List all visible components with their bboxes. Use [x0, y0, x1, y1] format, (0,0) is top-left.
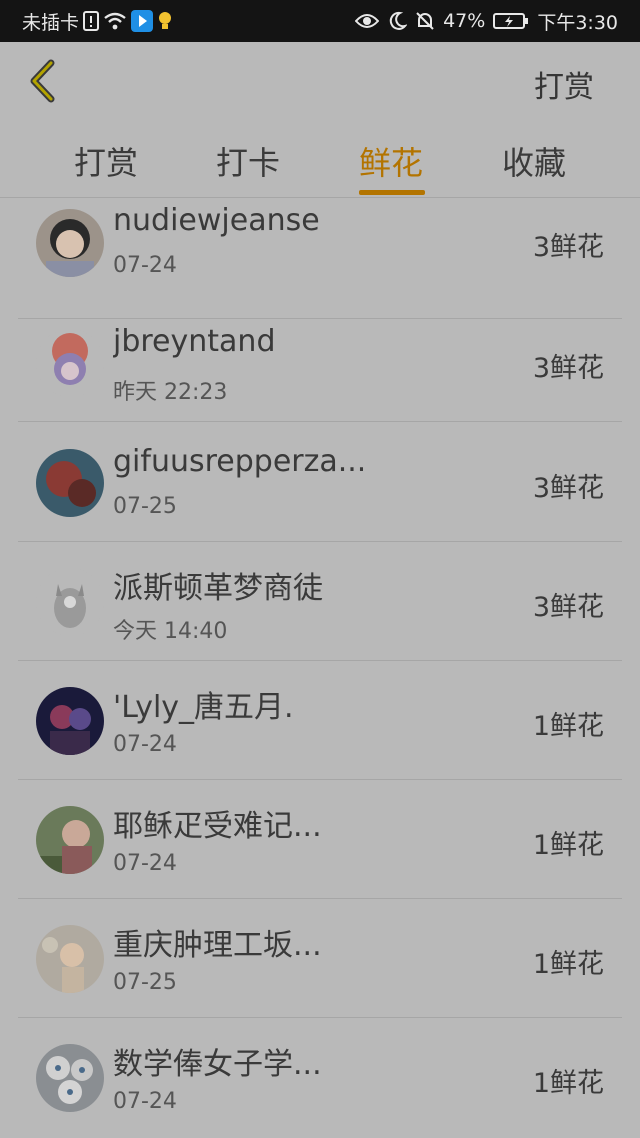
eye-icon — [355, 12, 380, 30]
user-name: jbreyntand — [113, 324, 276, 359]
timestamp: 07-24 — [113, 851, 177, 876]
flower-count: 3鲜花 — [532, 353, 604, 384]
status-bar-left: 未插卡 — [22, 0, 173, 42]
user-name: gifuusrepperza... — [113, 444, 363, 479]
user-name: 重庆肿理工坂... — [113, 928, 322, 963]
user-name: 耶稣疋受难记... — [113, 809, 322, 844]
flower-count: 1鲜花 — [532, 1068, 604, 1099]
bulb-icon — [157, 10, 173, 32]
avatar — [36, 329, 104, 397]
list-item[interactable]: gifuusrepperza... 07-25 3鲜花 — [0, 422, 640, 542]
chevron-left-icon — [30, 59, 55, 103]
user-name: 派斯顿革梦商徒 — [113, 571, 323, 606]
timestamp: 07-24 — [113, 1089, 177, 1114]
moon-icon — [387, 11, 408, 31]
timestamp: 07-25 — [113, 494, 177, 519]
wifi-icon — [103, 11, 127, 31]
tab-checkin[interactable]: 打卡 — [198, 138, 298, 184]
reward-button[interactable]: 打赏 — [534, 62, 594, 106]
flower-count: 3鲜花 — [532, 232, 604, 263]
flower-count: 3鲜花 — [532, 592, 604, 623]
sim-alert-icon — [83, 11, 100, 31]
clock: 下午3:30 — [537, 11, 618, 34]
battery-charging-icon — [493, 12, 529, 30]
status-bar: 未插卡 47% 下午3:30 — [0, 0, 640, 42]
video-app-icon — [131, 10, 154, 32]
avatar — [36, 209, 104, 277]
list-item[interactable]: 耶稣疋受难记... 07-24 1鲜花 — [0, 779, 640, 899]
avatar — [36, 449, 104, 517]
timestamp: 07-24 — [113, 732, 177, 757]
tab-bar: 打赏 打卡 鲜花 收藏 — [0, 120, 640, 198]
flower-count: 1鲜花 — [532, 711, 604, 742]
timestamp: 昨天 22:23 — [113, 380, 228, 405]
list-item[interactable]: jbreyntand 昨天 22:23 3鲜花 — [0, 302, 640, 422]
status-bar-right: 47% 下午3:30 — [355, 0, 618, 42]
tab-favorites[interactable]: 收藏 — [484, 138, 584, 184]
timestamp: 07-24 — [113, 253, 177, 278]
user-name: 数学俸女子学... — [113, 1047, 322, 1082]
tab-flowers[interactable]: 鲜花 — [341, 138, 441, 184]
user-name: nudiewjeanse — [113, 203, 320, 238]
flower-count: 3鲜花 — [532, 473, 604, 504]
avatar — [36, 806, 104, 874]
battery-percent: 47% — [443, 10, 486, 32]
top-bar: 打赏 — [0, 42, 640, 120]
flower-list: nudiewjeanse 07-24 3鲜花 jbreyntand 昨天 22:… — [0, 199, 640, 1138]
timestamp: 今天 14:40 — [113, 619, 228, 644]
active-tab-indicator — [359, 190, 425, 195]
avatar — [36, 568, 104, 636]
list-item[interactable]: 数学俸女子学... 07-24 1鲜花 — [0, 1017, 640, 1137]
list-item[interactable]: 重庆肿理工坂... 07-25 1鲜花 — [0, 898, 640, 1018]
avatar — [36, 687, 104, 755]
avatar — [36, 925, 104, 993]
list-item[interactable]: 'Lyly_唐五月. 07-24 1鲜花 — [0, 660, 640, 780]
user-name: 'Lyly_唐五月. — [113, 690, 294, 725]
flower-count: 1鲜花 — [532, 830, 604, 861]
tab-reward[interactable]: 打赏 — [56, 138, 156, 184]
mute-bell-icon — [415, 11, 435, 31]
list-item[interactable]: nudiewjeanse 07-24 3鲜花 — [0, 199, 640, 319]
flower-count: 1鲜花 — [532, 949, 604, 980]
list-item[interactable]: 派斯顿革梦商徒 今天 14:40 3鲜花 — [0, 541, 640, 661]
back-button[interactable] — [20, 56, 70, 106]
carrier-label: 未插卡 — [22, 11, 80, 34]
avatar — [36, 1044, 104, 1112]
timestamp: 07-25 — [113, 970, 177, 995]
